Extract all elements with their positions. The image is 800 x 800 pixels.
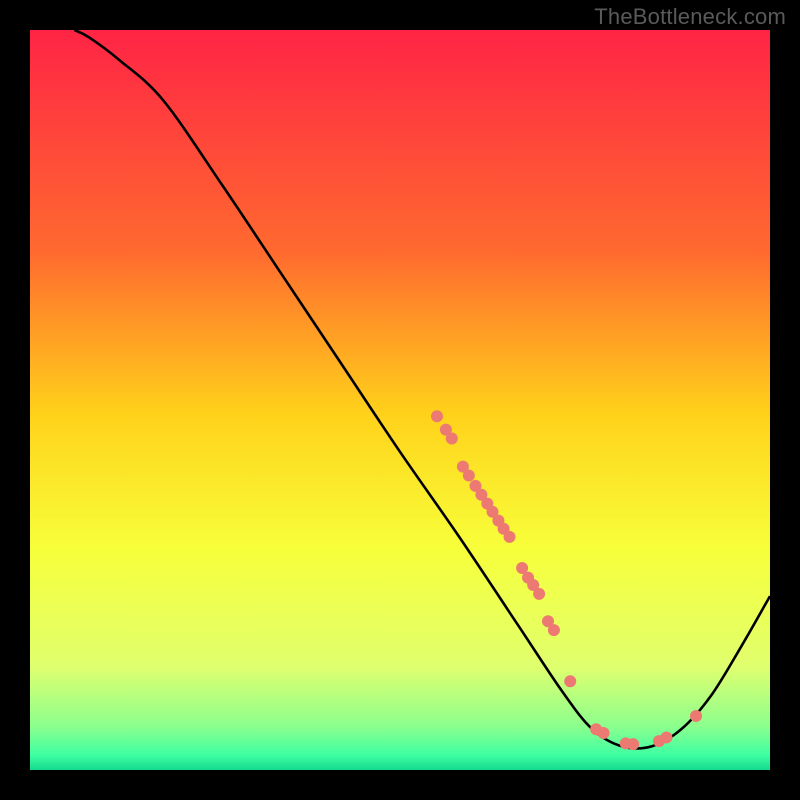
- plot-area: [30, 30, 770, 770]
- highlight-dot: [598, 727, 610, 739]
- highlight-dot: [564, 675, 576, 687]
- highlight-dot: [660, 731, 672, 743]
- highlight-dot: [548, 624, 560, 636]
- highlight-dot: [463, 469, 475, 481]
- highlight-dot: [446, 432, 458, 444]
- attribution-label: TheBottleneck.com: [594, 4, 786, 30]
- highlight-dot: [533, 588, 545, 600]
- dots-layer: [30, 30, 770, 770]
- highlight-dot: [690, 710, 702, 722]
- highlight-dots-group: [431, 410, 702, 750]
- highlight-dot: [504, 531, 516, 543]
- highlight-dot: [431, 410, 443, 422]
- highlight-dot: [627, 738, 639, 750]
- chart-container: TheBottleneck.com: [0, 0, 800, 800]
